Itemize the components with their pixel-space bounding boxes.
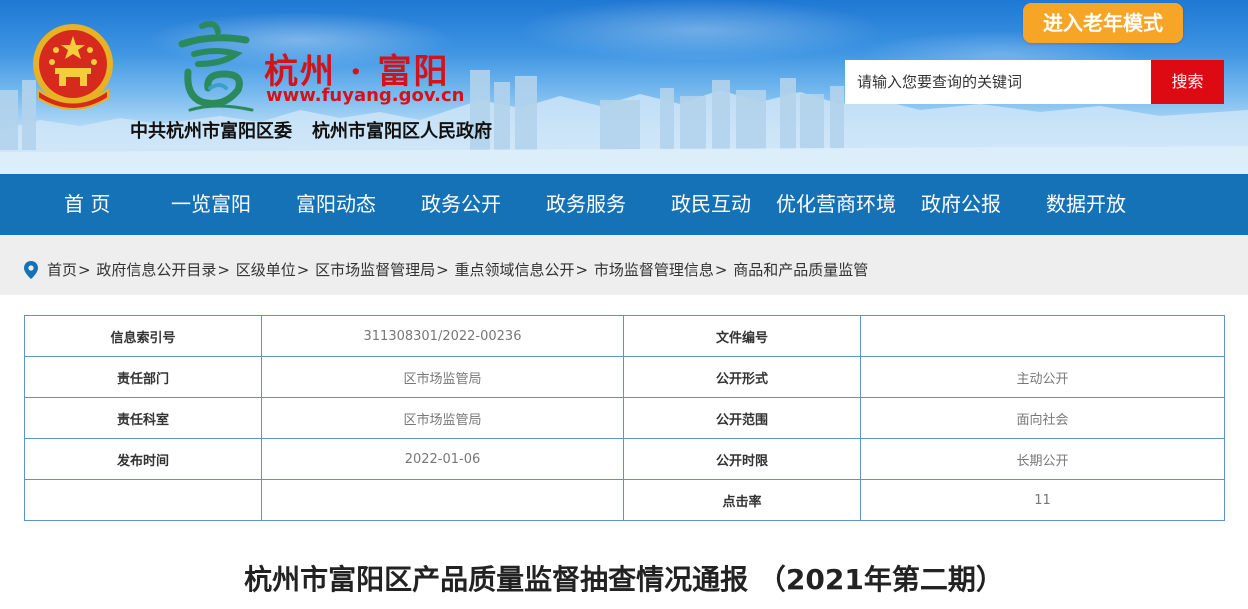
fuyang-logo-icon xyxy=(178,21,254,112)
breadcrumb-item-home[interactable]: 首页 xyxy=(47,261,77,279)
nav-item-interaction[interactable]: 政民互动 xyxy=(671,174,751,235)
info-label: 公开时限 xyxy=(623,438,861,480)
info-value: 311308301/2022-00236 xyxy=(261,315,624,357)
info-label: 责任部门 xyxy=(24,356,262,398)
search-button[interactable]: 搜索 xyxy=(1151,60,1224,104)
breadcrumb-item-catalog[interactable]: 政府信息公开目录 xyxy=(96,261,216,279)
info-value xyxy=(261,479,624,521)
breadcrumb-separator: > xyxy=(296,261,310,279)
elder-mode-button[interactable]: 进入老年模式 xyxy=(1023,3,1183,43)
info-value: 长期公开 xyxy=(860,438,1225,480)
org-government: 杭州市富阳区人民政府 xyxy=(312,121,492,142)
nav-item-gazette[interactable]: 政府公报 xyxy=(921,174,1001,235)
nav-item-overview[interactable]: 一览富阳 xyxy=(171,174,251,235)
info-label: 信息索引号 xyxy=(24,315,262,357)
breadcrumb-separator: > xyxy=(217,261,230,279)
info-label xyxy=(24,479,262,521)
nav-item-open-data[interactable]: 数据开放 xyxy=(1046,174,1126,235)
organization-line: 中共杭州市富阳区委 杭州市富阳区人民政府 xyxy=(130,117,492,143)
info-value: 区市场监管局 xyxy=(261,356,624,398)
breadcrumb-separator: > xyxy=(575,261,589,279)
info-label: 发布时间 xyxy=(24,438,262,480)
main-nav: 首 页 一览富阳 富阳动态 政务公开 政务服务 政民互动 优化营商环境 政府公报… xyxy=(0,174,1248,235)
info-value xyxy=(860,315,1225,357)
info-value: 主动公开 xyxy=(860,356,1225,398)
table-row: 责任部门 区市场监管局 公开形式 主动公开 xyxy=(24,356,1225,398)
nav-item-news[interactable]: 富阳动态 xyxy=(296,174,376,235)
breadcrumb-trail: 首页> 政府信息公开目录> 区级单位> 区市场监督管理局> 重点领域信息公开> … xyxy=(47,259,868,280)
info-label: 公开形式 xyxy=(623,356,861,398)
breadcrumb-separator: > xyxy=(714,261,728,279)
national-emblem-icon xyxy=(33,24,113,110)
breadcrumb-item-key-areas[interactable]: 重点领域信息公开 xyxy=(455,261,575,279)
breadcrumb-item-quality[interactable]: 商品和产品质量监管 xyxy=(733,261,868,279)
breadcrumb-item-market-info[interactable]: 市场监督管理信息 xyxy=(594,261,714,279)
nav-item-home[interactable]: 首 页 xyxy=(64,174,110,235)
document-info-table: 信息索引号 311308301/2022-00236 文件编号 责任部门 区市场… xyxy=(24,315,1225,521)
location-pin-icon xyxy=(24,261,38,279)
info-value: 11 xyxy=(860,479,1225,521)
nav-item-services[interactable]: 政务服务 xyxy=(546,174,626,235)
table-row: 信息索引号 311308301/2022-00236 文件编号 xyxy=(24,315,1225,357)
table-row: 责任科室 区市场监管局 公开范围 面向社会 xyxy=(24,397,1225,439)
info-label: 责任科室 xyxy=(24,397,262,439)
table-row: 点击率 11 xyxy=(24,479,1225,521)
breadcrumb-item-market-bureau[interactable]: 区市场监督管理局 xyxy=(315,261,435,279)
breadcrumb-separator: > xyxy=(78,261,91,279)
info-value: 面向社会 xyxy=(860,397,1225,439)
header-banner: 杭州 · 富阳 www.fuyang.gov.cn 中共杭州市富阳区委 杭州市富阳… xyxy=(0,0,1248,174)
info-value: 区市场监管局 xyxy=(261,397,624,439)
breadcrumb: 首页> 政府信息公开目录> 区级单位> 区市场监督管理局> 重点领域信息公开> … xyxy=(0,235,1248,295)
table-row: 发布时间 2022-01-06 公开时限 长期公开 xyxy=(24,438,1225,480)
info-value: 2022-01-06 xyxy=(261,438,624,480)
search-input[interactable]: 请输入您要查询的关键词 xyxy=(845,60,1151,104)
nav-item-gov-affairs[interactable]: 政务公开 xyxy=(421,174,501,235)
nav-item-business-env[interactable]: 优化营商环境 xyxy=(776,174,896,235)
article-title: 杭州市富阳区产品质量监督抽查情况通报 （2021年第二期） xyxy=(244,563,1004,596)
breadcrumb-item-district-units[interactable]: 区级单位 xyxy=(236,261,296,279)
site-url[interactable]: www.fuyang.gov.cn xyxy=(266,85,464,106)
info-label: 文件编号 xyxy=(623,315,861,357)
info-label: 点击率 xyxy=(623,479,861,521)
org-party: 中共杭州市富阳区委 xyxy=(130,121,292,142)
info-label: 公开范围 xyxy=(623,397,861,439)
breadcrumb-separator: > xyxy=(436,261,449,279)
